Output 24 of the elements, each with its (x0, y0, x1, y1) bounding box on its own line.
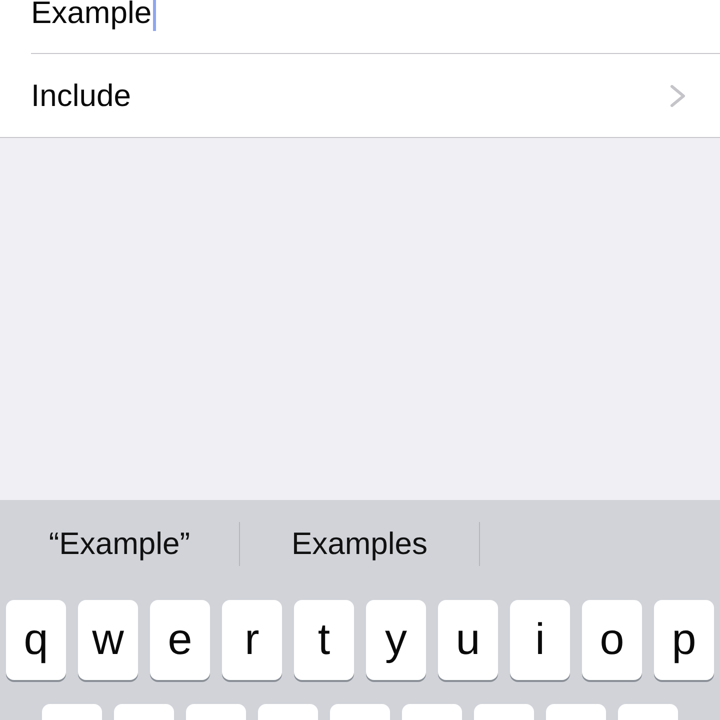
keyboard-key[interactable] (186, 704, 246, 720)
keyboard-key[interactable]: p (654, 600, 714, 680)
keyboard-key[interactable]: r (222, 600, 282, 680)
list-row[interactable]: Include (0, 54, 720, 137)
keyboard-key[interactable]: u (438, 600, 498, 680)
keyboard-key[interactable]: o (582, 600, 642, 680)
keyboard-key[interactable]: t (294, 600, 354, 680)
keyboard-key[interactable] (618, 704, 678, 720)
keyboard-key[interactable] (258, 704, 318, 720)
keyboard-key[interactable]: y (366, 600, 426, 680)
keyboard-key[interactable]: w (78, 600, 138, 680)
keyboard-key[interactable] (546, 704, 606, 720)
suggestion-item[interactable]: “Example” (48, 526, 190, 562)
keyboard-key[interactable]: e (150, 600, 210, 680)
text-field[interactable]: Example (31, 0, 720, 54)
keyboard-key[interactable] (42, 704, 102, 720)
keyboard-key[interactable] (114, 704, 174, 720)
keyboard-key[interactable]: i (510, 600, 570, 680)
keyboard-key[interactable] (402, 704, 462, 720)
suggestion-item[interactable]: Examples (291, 526, 428, 562)
keyboard-key[interactable]: q (6, 600, 66, 680)
chevron-right-icon (670, 84, 686, 106)
keyboard-key[interactable] (474, 704, 534, 720)
keyboard-key[interactable] (330, 704, 390, 720)
